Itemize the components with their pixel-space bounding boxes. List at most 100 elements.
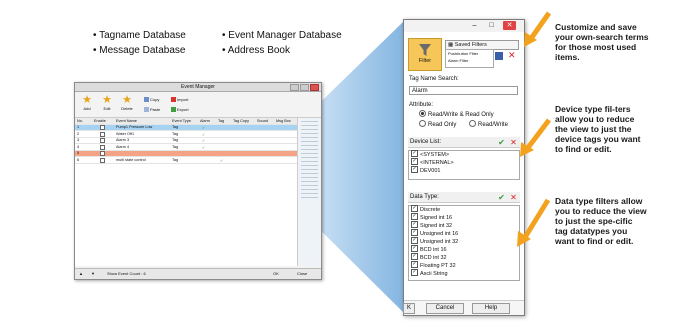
cancel-button[interactable]: Cancel <box>426 303 464 314</box>
export-icon <box>171 107 176 113</box>
list-item[interactable]: ✓ DEV001 <box>409 166 519 175</box>
checkbox-checked-icon[interactable]: ✓ <box>411 253 418 261</box>
scroll-down-icon[interactable]: ▼ <box>91 271 95 276</box>
column-header[interactable]: Alarm <box>200 119 210 123</box>
enable-checkbox[interactable] <box>100 138 105 143</box>
enable-checkbox[interactable] <box>100 125 105 130</box>
radio-icon <box>469 120 476 127</box>
column-header[interactable]: Sound <box>257 119 268 123</box>
checkbox-checked-icon[interactable]: ✓ <box>411 205 418 213</box>
delete-button[interactable]: ★ Delete <box>118 94 136 112</box>
enable-checkbox[interactable] <box>100 157 105 163</box>
arrow-device-list-icon <box>520 118 551 157</box>
ok-button[interactable]: K <box>403 303 415 314</box>
alarm-check-icon: ✓ <box>202 126 206 130</box>
filter-dialog: – □ ✕ Filter ▦ Saved Filters Pushbutton … <box>403 19 525 316</box>
checkbox-checked-icon[interactable]: ✓ <box>411 158 418 166</box>
save-filter-icon[interactable] <box>495 52 503 60</box>
checkbox-checked-icon[interactable]: ✓ <box>411 237 418 245</box>
minimize-icon[interactable]: – <box>468 21 481 30</box>
select-all-icon[interactable]: ✔ <box>497 138 506 147</box>
copy-icon <box>144 97 149 103</box>
filter-button[interactable]: Filter <box>408 38 442 71</box>
close-icon[interactable]: ✕ <box>503 21 516 30</box>
event-count: Show Event Count : 6 <box>107 271 146 276</box>
delete-filter-icon[interactable]: ✕ <box>508 51 516 60</box>
select-all-icon[interactable]: ✔ <box>497 193 506 202</box>
dialog-footer: K Cancel Help <box>403 300 524 315</box>
checkbox-checked-icon[interactable]: ✓ <box>411 213 418 221</box>
tag-check-icon: ✓ <box>220 158 224 163</box>
deselect-all-icon[interactable]: ✕ <box>509 138 518 147</box>
tag-search-input[interactable]: Alarm <box>409 86 518 95</box>
close-window-button[interactable] <box>310 84 319 91</box>
close-button[interactable]: Close <box>297 271 307 276</box>
edit-button[interactable]: ★ Edit <box>98 94 116 112</box>
ok-button[interactable]: OK <box>273 271 279 276</box>
arrow-data-type-icon <box>517 198 551 247</box>
saved-filter-item[interactable]: Alarm Filter <box>446 57 493 64</box>
enable-checkbox[interactable] <box>100 131 105 137</box>
list-item[interactable]: ✓ Signed int 32 <box>409 221 519 230</box>
list-item[interactable]: ✓ Unsigned int 16 <box>409 229 519 238</box>
alarm-check-icon: ✓ <box>202 132 206 137</box>
delete-icon: ★ <box>122 94 132 106</box>
minimize-button[interactable] <box>290 84 299 91</box>
import-icon <box>171 97 176 103</box>
radio-icon <box>419 120 426 127</box>
table-row[interactable]: 6 multi state control Tag ✓ <box>75 157 297 164</box>
device-list: ✓ <SYSTEM> ✓ <INTERNAL> ✓ DEV001 <box>408 150 520 180</box>
arrow-saved-filters-icon <box>524 11 552 47</box>
enable-checkbox[interactable] <box>100 144 105 150</box>
list-item[interactable]: ✓ <SYSTEM> <box>409 150 519 159</box>
list-item[interactable]: ✓ BCD int 32 <box>409 253 519 262</box>
add-button[interactable]: ★ Add <box>78 95 96 112</box>
radio-read-only[interactable]: Read Only <box>419 120 456 128</box>
help-button[interactable]: Help <box>472 303 510 314</box>
column-header[interactable]: Enable <box>94 119 106 123</box>
saved-filters-icon: ▦ <box>448 42 455 48</box>
column-header[interactable]: Tag Copy <box>233 119 249 123</box>
list-item[interactable]: ✓ Discrete <box>409 205 519 214</box>
paste-button[interactable]: Paste <box>144 107 160 113</box>
checkbox-checked-icon[interactable]: ✓ <box>411 229 418 237</box>
data-type-list: ✓ Discrete ✓ Signed int 16 ✓ Signed int 32 … <box>408 205 520 281</box>
radio-read-write-read-only[interactable]: Read/Write & Read Only <box>419 110 494 118</box>
radio-read-write[interactable]: Read/Write <box>469 120 508 128</box>
checkbox-checked-icon[interactable]: ✓ <box>411 269 418 277</box>
list-item[interactable]: ✓ Signed int 16 <box>409 213 519 222</box>
copy-button[interactable]: Copy <box>144 97 159 103</box>
list-item[interactable]: ✓ Floating PT 32 <box>409 261 519 270</box>
column-header[interactable]: Tag <box>218 119 224 123</box>
checkbox-checked-icon[interactable]: ✓ <box>411 166 418 174</box>
event-table: No. Enable Event Name Event Type Alarm T… <box>75 118 298 266</box>
alarm-check-icon: ✓ <box>202 145 206 150</box>
column-header[interactable]: No. <box>77 119 83 123</box>
export-button[interactable]: Export <box>171 107 189 113</box>
list-item[interactable]: ✓ Ascii String <box>409 269 519 278</box>
toolbar: ★ Add ★ Edit ★ Delete Copy Paste Import Exp… <box>75 92 321 118</box>
column-header[interactable]: Event Name <box>116 119 137 123</box>
event-manager-window: Event Manager ★ Add ★ Edit ★ Delete Copy Pa… <box>74 82 322 280</box>
radio-selected-icon <box>419 110 426 117</box>
enable-checkbox[interactable] <box>100 151 105 156</box>
callout-device-filters: Device type fil-ters allow you to reduce… <box>555 104 641 154</box>
saved-filter-item[interactable]: Pushbutton Filter <box>446 50 493 57</box>
column-header[interactable]: Msg Box <box>276 119 291 123</box>
import-button[interactable]: Import <box>171 97 188 103</box>
checkbox-checked-icon[interactable]: ✓ <box>411 245 418 253</box>
scroll-up-icon[interactable]: ▲ <box>79 271 83 276</box>
checkbox-checked-icon[interactable]: ✓ <box>411 261 418 269</box>
maximize-button[interactable] <box>300 84 309 91</box>
column-header[interactable]: Event Type <box>172 119 191 123</box>
edit-icon: ★ <box>102 94 112 106</box>
list-item[interactable]: ✓ Unsigned int 32 <box>409 237 519 246</box>
list-item[interactable]: ✓ <INTERNAL> <box>409 158 519 167</box>
checkbox-checked-icon[interactable]: ✓ <box>411 150 418 158</box>
list-item[interactable]: ✓ BCD int 16 <box>409 245 519 254</box>
paste-icon <box>144 107 149 113</box>
filter-side-panel <box>299 118 320 266</box>
maximize-icon[interactable]: □ <box>485 21 498 30</box>
saved-filters-list: Pushbutton Filter Alarm Filter <box>445 49 494 68</box>
checkbox-checked-icon[interactable]: ✓ <box>411 221 418 229</box>
